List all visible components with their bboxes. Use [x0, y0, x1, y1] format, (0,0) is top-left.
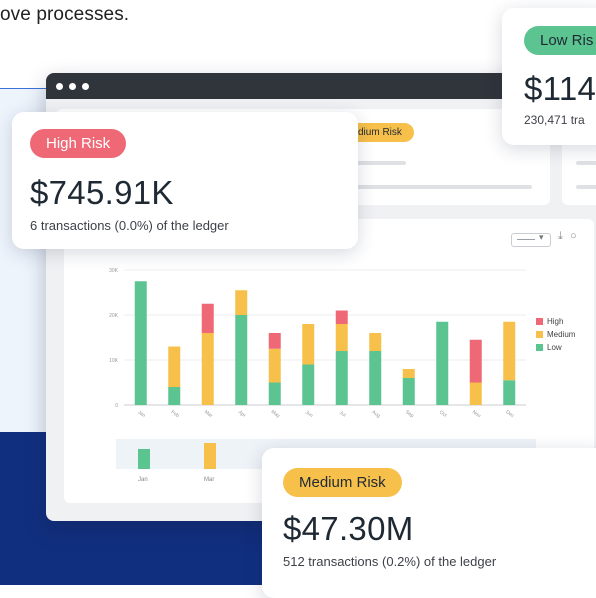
bar-medium-apr[interactable]: [235, 290, 248, 315]
y-tick-label: 0: [115, 403, 118, 409]
legend-item-high[interactable]: High: [536, 317, 575, 326]
low-risk-caption: 230,471 tra: [524, 113, 585, 127]
bar-high-may[interactable]: [268, 333, 281, 349]
bar-low-oct[interactable]: [436, 321, 449, 405]
window-dot-2[interactable]: [69, 83, 76, 90]
bar-high-jul[interactable]: [335, 310, 348, 325]
legend-swatch: [536, 344, 543, 351]
legend-swatch: [536, 318, 543, 325]
bar-medium-mar[interactable]: [201, 333, 214, 405]
legend-item-low[interactable]: Low: [536, 343, 575, 352]
bar-low-sep[interactable]: [402, 378, 415, 405]
y-tick-label: 10K: [109, 358, 119, 364]
legend-item-medium[interactable]: Medium: [536, 330, 575, 339]
medium-risk-amount: $47.30M: [283, 510, 414, 547]
medium-risk-caption: 512 transactions (0.2%) of the ledger: [283, 554, 497, 569]
medium-risk-badge: Medium Risk: [283, 468, 402, 497]
bar-medium-dec[interactable]: [503, 321, 516, 381]
navigator-label: Jan: [138, 477, 148, 483]
bar-low-may[interactable]: [268, 382, 281, 406]
bar-medium-jul[interactable]: [335, 324, 348, 351]
x-tick-label: Mar: [203, 409, 214, 419]
bar-medium-jun[interactable]: [302, 324, 315, 365]
bar-low-jul[interactable]: [335, 351, 348, 405]
legend-swatch: [536, 331, 543, 338]
bar-low-apr[interactable]: [235, 315, 248, 405]
bar-medium-feb[interactable]: [168, 346, 181, 388]
low-risk-card[interactable]: Low Ris $114 230,471 tra: [502, 8, 596, 145]
low-risk-badge: Low Ris: [524, 26, 596, 55]
x-tick-label: Apr: [237, 409, 247, 419]
bar-low-jun[interactable]: [302, 364, 315, 406]
bar-low-feb[interactable]: [168, 387, 181, 405]
x-tick-label: Nov: [471, 409, 482, 419]
navigator-bar: [204, 443, 216, 469]
placeholder-line: [576, 185, 596, 189]
bar-medium-nov[interactable]: [469, 382, 482, 406]
legend-label: High: [547, 317, 564, 326]
window-dot-3[interactable]: [82, 83, 89, 90]
intro-text: ove processes.: [0, 4, 130, 25]
x-tick-label: Oct: [438, 409, 448, 419]
placeholder-line: [576, 161, 596, 165]
x-tick-label: Jan: [136, 409, 146, 419]
bar-low-aug[interactable]: [369, 351, 382, 405]
high-risk-card[interactable]: High Risk $745.91K 6 transactions (0.0%)…: [12, 112, 358, 249]
x-tick-label: Sep: [404, 409, 415, 419]
x-tick-label: Aug: [370, 409, 381, 419]
y-tick-label: 20K: [109, 313, 119, 319]
bar-low-dec[interactable]: [503, 380, 516, 405]
bar-medium-aug[interactable]: [369, 333, 382, 351]
low-risk-amount: $114: [524, 70, 596, 107]
legend-label: Low: [547, 343, 562, 352]
window-dot-1[interactable]: [56, 83, 63, 90]
y-tick-label: 30K: [109, 268, 119, 274]
chart-legend: High Medium Low: [536, 317, 575, 352]
high-risk-caption: 6 transactions (0.0%) of the ledger: [30, 218, 229, 233]
placeholder-line: [346, 185, 532, 189]
x-tick-label: Jun: [304, 409, 314, 419]
bar-high-mar[interactable]: [201, 303, 214, 333]
bar-medium-may[interactable]: [268, 348, 281, 383]
x-tick-label: Dec: [504, 409, 515, 419]
navigator-bar: [138, 449, 150, 469]
medium-risk-card[interactable]: Medium Risk $47.30M 512 transactions (0.…: [262, 448, 596, 598]
high-risk-amount: $745.91K: [30, 174, 174, 211]
x-tick-label: Feb: [170, 409, 181, 419]
bar-high-nov[interactable]: [469, 339, 482, 383]
navigator-label: Mar: [204, 477, 215, 483]
legend-label: Medium: [547, 330, 576, 339]
high-risk-badge: High Risk: [30, 129, 127, 158]
bar-low-jan[interactable]: [134, 281, 147, 405]
x-tick-label: Jul: [338, 410, 347, 419]
x-tick-label: May: [270, 409, 282, 420]
bar-medium-sep[interactable]: [402, 369, 415, 378]
